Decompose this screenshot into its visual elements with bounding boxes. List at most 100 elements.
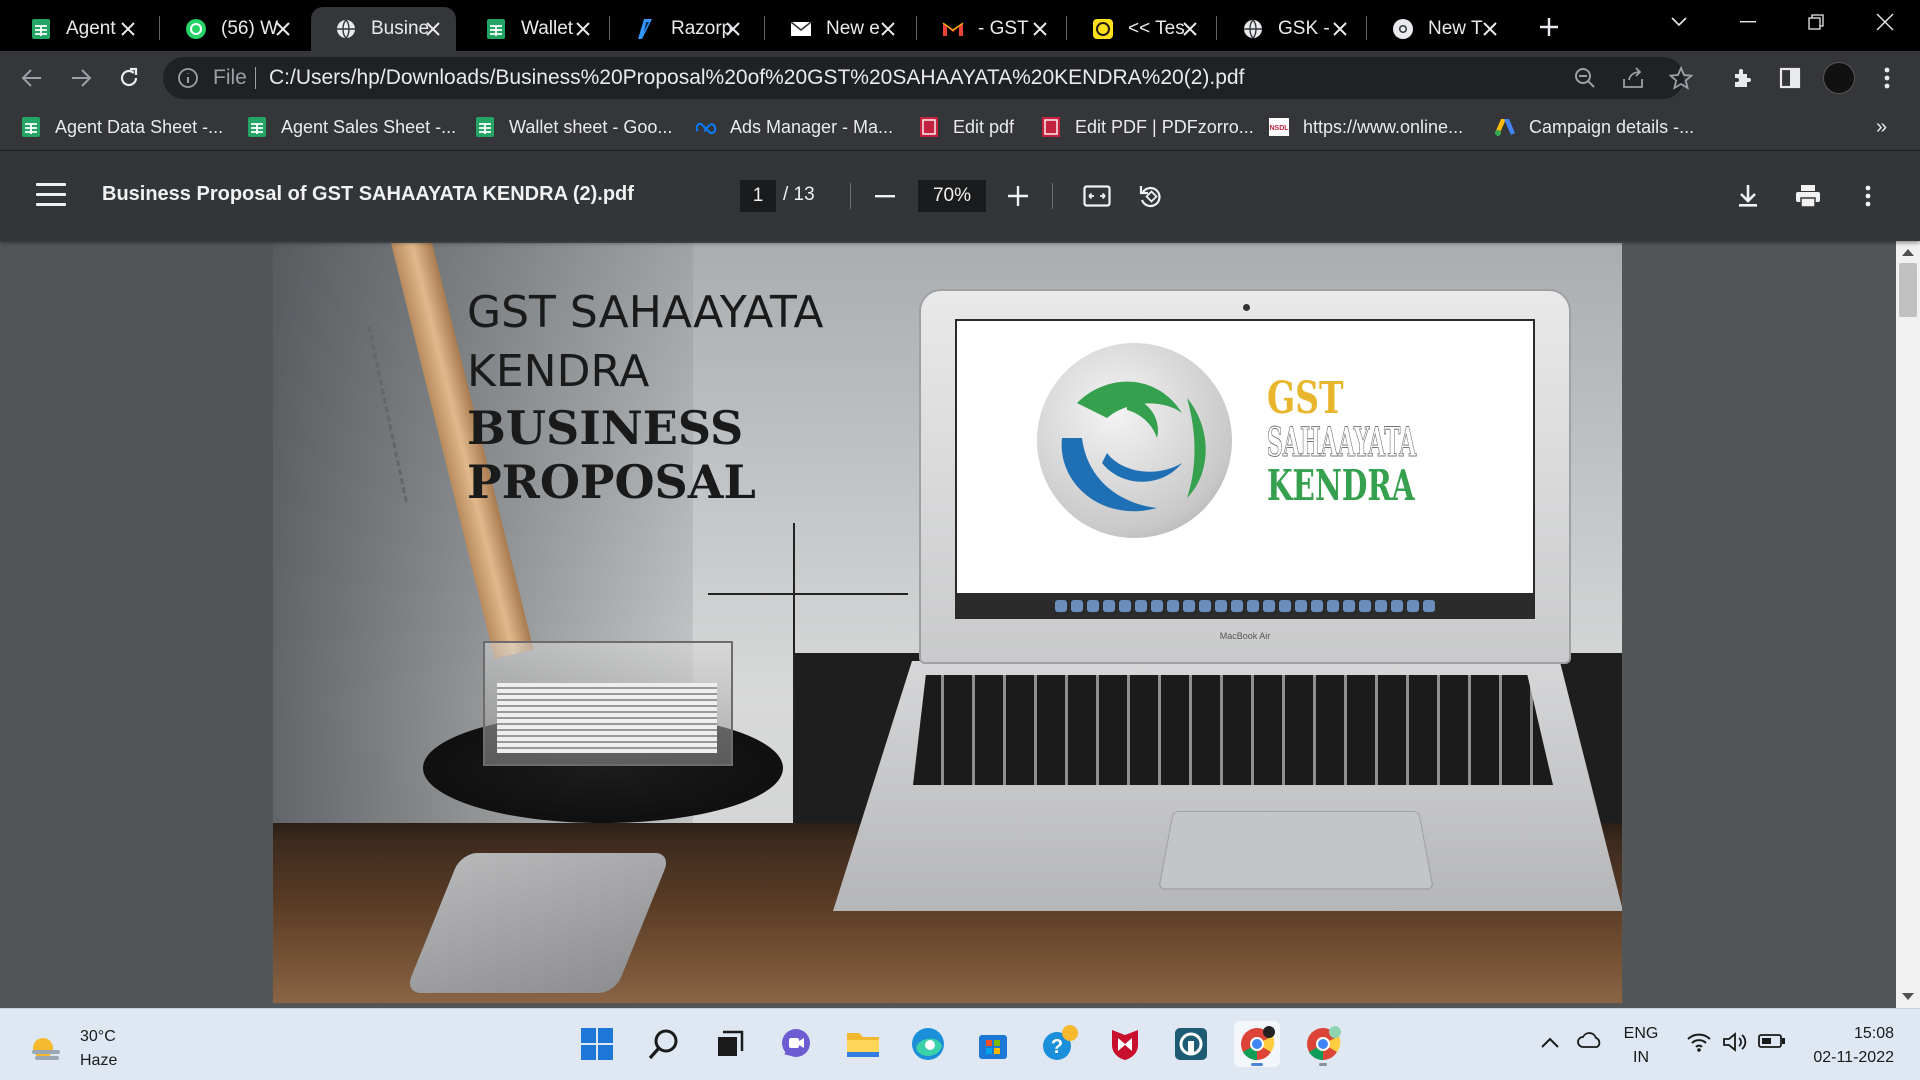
minimize-button[interactable] bbox=[1720, 0, 1776, 44]
window-frame-line bbox=[708, 593, 908, 595]
tab-search-button[interactable] bbox=[1651, 0, 1707, 44]
logo-line2: SAHAAYATA bbox=[1267, 419, 1417, 467]
kebab-menu-icon bbox=[1865, 185, 1871, 207]
bookmark-item[interactable]: Agent Data Sheet -... bbox=[20, 114, 223, 140]
bookmark-item[interactable]: Agent Sales Sheet -... bbox=[246, 114, 456, 140]
chrome-profile-taskbar-button[interactable] bbox=[1300, 1021, 1346, 1067]
close-window-button[interactable] bbox=[1857, 0, 1913, 44]
bookmark-label: Ads Manager - Ma... bbox=[730, 116, 894, 137]
zoom-level-input[interactable]: 70% bbox=[918, 180, 986, 212]
pdf-more-button[interactable] bbox=[1853, 181, 1883, 211]
address-bar[interactable]: File C:/Users/hp/Downloads/Business%20Pr… bbox=[163, 57, 1693, 99]
chevron-up-icon bbox=[1541, 1037, 1559, 1048]
close-tab-icon[interactable] bbox=[422, 18, 444, 40]
close-tab-icon[interactable] bbox=[1029, 18, 1051, 40]
google-ads-icon bbox=[1494, 116, 1516, 138]
tab-5[interactable]: Razorp bbox=[611, 7, 756, 51]
tab-10[interactable]: New T bbox=[1368, 7, 1513, 51]
volume-status[interactable] bbox=[1722, 1031, 1750, 1061]
edge-browser-button[interactable] bbox=[905, 1021, 951, 1067]
bookmark-item[interactable]: NSDL https://www.online... bbox=[1268, 114, 1463, 140]
close-tab-icon[interactable] bbox=[1479, 18, 1501, 40]
bookmarks-bar: Agent Data Sheet -... Agent Sales Sheet -… bbox=[0, 104, 1920, 151]
bookmark-item[interactable]: Wallet sheet - Goo... bbox=[474, 114, 672, 140]
restore-button[interactable] bbox=[1788, 0, 1844, 44]
razorpay-icon bbox=[635, 18, 657, 40]
scroll-up-arrow-icon[interactable] bbox=[1902, 249, 1914, 256]
tab-1[interactable]: Agent bbox=[6, 7, 151, 51]
close-tab-icon[interactable] bbox=[877, 18, 899, 40]
close-tab-icon[interactable] bbox=[1329, 18, 1351, 40]
bookmarks-overflow-button[interactable]: » bbox=[1876, 116, 1887, 139]
wifi-status[interactable] bbox=[1686, 1031, 1712, 1061]
tab-6[interactable]: New e bbox=[766, 7, 911, 51]
tab-3[interactable]: Busine bbox=[311, 7, 456, 51]
bookmark-star-icon[interactable] bbox=[1669, 66, 1693, 90]
bookmark-label: Edit PDF | PDFzorro... bbox=[1075, 116, 1254, 137]
rotate-button[interactable] bbox=[1136, 181, 1166, 211]
extensions-button[interactable] bbox=[1728, 63, 1758, 93]
close-tab-icon[interactable] bbox=[272, 18, 294, 40]
pdf-scrollbar[interactable] bbox=[1896, 241, 1920, 1008]
back-button[interactable] bbox=[17, 63, 47, 93]
page-number-input[interactable]: 1 bbox=[740, 180, 776, 212]
bookmark-item[interactable]: Edit PDF | PDFzorro... bbox=[1040, 114, 1254, 140]
pdf-sidebar-menu-button[interactable] bbox=[36, 183, 66, 209]
tab-separator bbox=[1216, 16, 1217, 40]
tab-2[interactable]: (56) W bbox=[161, 7, 306, 51]
tab-7[interactable]: - GST bbox=[918, 7, 1063, 51]
download-button[interactable] bbox=[1733, 181, 1763, 211]
forward-button[interactable] bbox=[66, 63, 96, 93]
zoom-in-button[interactable] bbox=[1003, 181, 1033, 211]
app-icon bbox=[1175, 1028, 1207, 1060]
fit-to-page-button[interactable] bbox=[1082, 181, 1112, 211]
microsoft-store-button[interactable] bbox=[970, 1021, 1016, 1067]
start-button[interactable] bbox=[574, 1021, 620, 1067]
clock[interactable]: 15:08 02-11-2022 bbox=[1798, 1022, 1894, 1070]
bookmark-item[interactable]: Ads Manager - Ma... bbox=[695, 114, 893, 140]
side-panel-button[interactable] bbox=[1775, 63, 1805, 93]
url-text[interactable]: C:/Users/hp/Downloads/Business%20Proposa… bbox=[269, 66, 1244, 90]
scroll-down-arrow-icon[interactable] bbox=[1902, 993, 1914, 1000]
teams-chat-button[interactable] bbox=[773, 1021, 819, 1067]
info-icon[interactable] bbox=[177, 67, 199, 94]
weather-condition: Haze bbox=[80, 1052, 118, 1069]
chrome-taskbar-button[interactable] bbox=[1234, 1021, 1280, 1067]
search-button[interactable] bbox=[641, 1021, 687, 1067]
close-tab-icon[interactable] bbox=[722, 18, 744, 40]
share-icon[interactable] bbox=[1621, 66, 1645, 90]
print-button[interactable] bbox=[1793, 181, 1823, 211]
screen: Agent (56) W Busine Wallet Razorp New e- GST <… bbox=[0, 0, 1920, 1080]
mcafee-button[interactable] bbox=[1102, 1021, 1148, 1067]
tab-9[interactable]: GSK - bbox=[1218, 7, 1363, 51]
close-tab-icon[interactable] bbox=[572, 18, 594, 40]
file-explorer-button[interactable] bbox=[840, 1021, 886, 1067]
bookmark-label: Agent Data Sheet -... bbox=[55, 116, 224, 137]
zoom-out-button[interactable] bbox=[870, 181, 900, 211]
tab-8[interactable]: << Tes bbox=[1068, 7, 1213, 51]
zoom-icon[interactable] bbox=[1573, 66, 1597, 90]
remote-app-button[interactable] bbox=[1168, 1021, 1214, 1067]
cloud-icon bbox=[1577, 1032, 1601, 1048]
profile-avatar[interactable] bbox=[1823, 62, 1855, 94]
language-indicator[interactable]: ENG IN bbox=[1620, 1022, 1662, 1070]
google-sheets-icon bbox=[485, 18, 507, 40]
battery-status[interactable] bbox=[1758, 1033, 1786, 1057]
bookmark-item[interactable]: Campaign details -... bbox=[1494, 114, 1694, 140]
reload-button[interactable] bbox=[114, 63, 144, 93]
get-help-button[interactable]: ? bbox=[1037, 1021, 1083, 1067]
bookmark-item[interactable]: Edit pdf bbox=[918, 114, 1014, 140]
show-hidden-icons-button[interactable] bbox=[1540, 1033, 1560, 1057]
browser-menu-button[interactable] bbox=[1872, 63, 1902, 93]
task-view-button[interactable] bbox=[707, 1021, 753, 1067]
weather-widget[interactable]: 30°C Haze bbox=[28, 1025, 117, 1073]
nsdl-icon: NSDL bbox=[1268, 116, 1290, 138]
search-icon bbox=[648, 1029, 678, 1060]
onedrive-button[interactable] bbox=[1576, 1031, 1604, 1057]
scrollbar-thumb[interactable] bbox=[1899, 263, 1917, 317]
plus-icon bbox=[1540, 18, 1558, 36]
new-tab-button[interactable] bbox=[1533, 11, 1565, 43]
tab-4[interactable]: Wallet bbox=[461, 7, 606, 51]
close-tab-icon[interactable] bbox=[117, 18, 139, 40]
close-tab-icon[interactable] bbox=[1179, 18, 1201, 40]
